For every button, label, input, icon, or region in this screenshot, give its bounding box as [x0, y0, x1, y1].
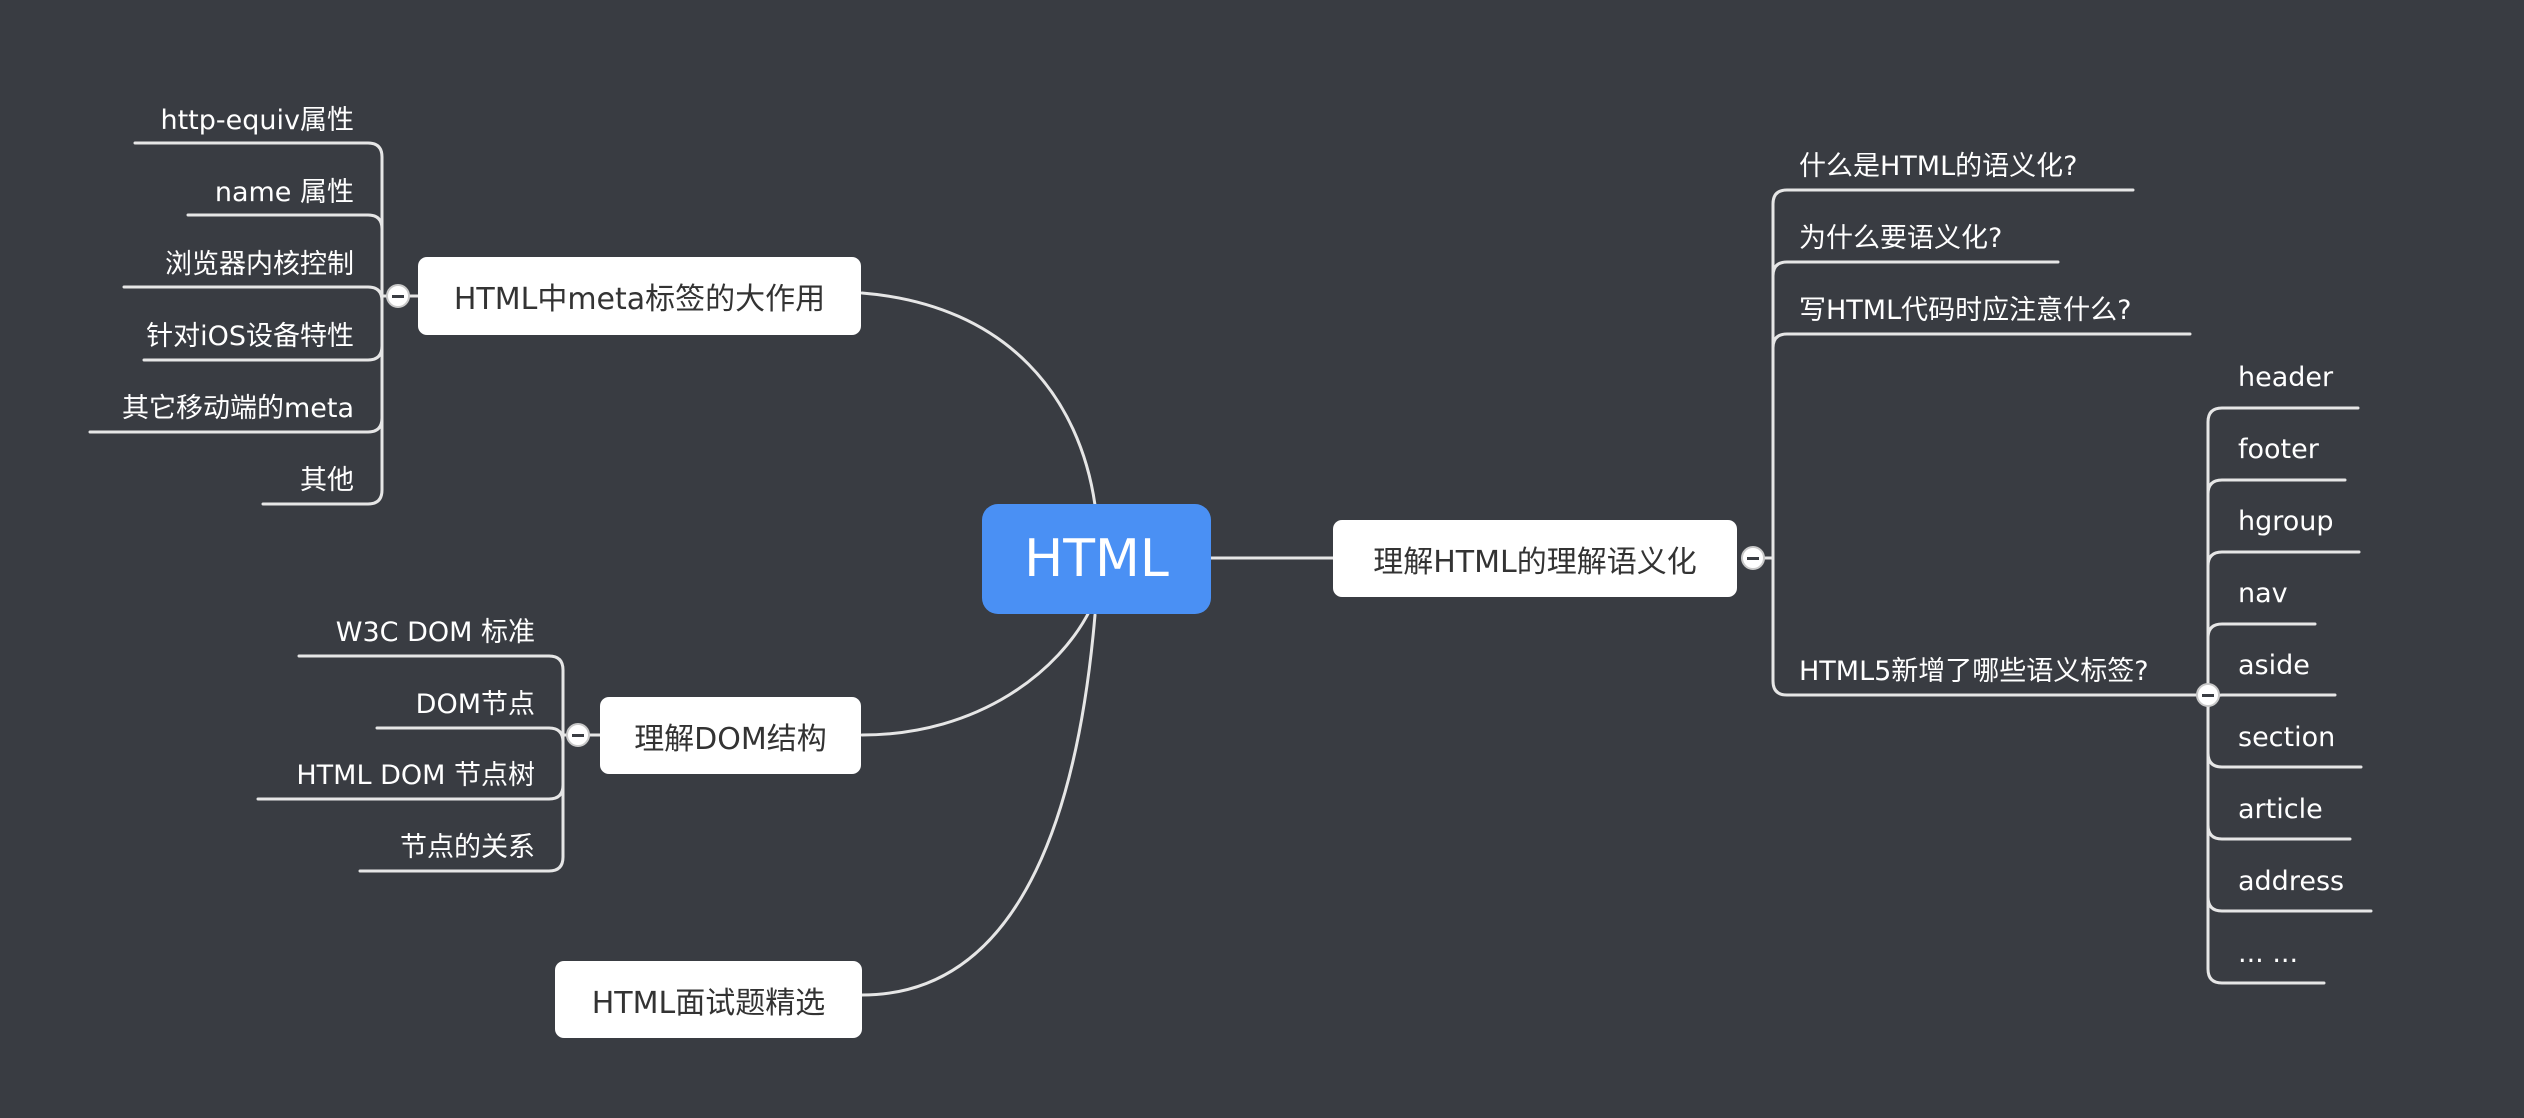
meta-child-5[interactable]: 其它移动端的meta	[122, 386, 354, 425]
dom-child-2[interactable]: DOM节点	[416, 682, 535, 721]
root-label: HTML	[1024, 529, 1169, 589]
topic-dom-label: 理解DOM结构	[634, 721, 827, 757]
meta-child-3[interactable]: 浏览器内核控制	[165, 242, 354, 281]
semantic-child-2[interactable]: 为什么要语义化?	[1799, 216, 2002, 255]
root-node[interactable]: HTML	[982, 504, 1211, 614]
tag-more[interactable]: ... ...	[2238, 938, 2298, 969]
connector-lines	[88, 141, 2373, 997]
tag-section[interactable]: section	[2238, 722, 2335, 753]
collapse-toggle-meta[interactable]	[386, 284, 410, 308]
topic-meta-label: HTML中meta标签的大作用	[453, 282, 826, 317]
semantic-child-3[interactable]: 写HTML代码时应注意什么?	[1799, 288, 2131, 327]
minus-icon	[2202, 693, 2214, 697]
meta-child-1[interactable]: http-equiv属性	[160, 98, 354, 137]
minus-icon	[572, 733, 584, 737]
tag-address[interactable]: address	[2238, 866, 2344, 897]
meta-child-2[interactable]: name 属性	[215, 170, 354, 209]
collapse-toggle-semantic[interactable]	[1741, 546, 1765, 570]
tag-nav[interactable]: nav	[2238, 578, 2288, 609]
topic-interview[interactable]: HTML面试题精选	[555, 961, 862, 1038]
minus-icon	[1747, 556, 1759, 560]
topic-dom[interactable]: 理解DOM结构	[600, 697, 861, 774]
tag-header[interactable]: header	[2238, 362, 2333, 393]
minus-icon	[392, 294, 404, 298]
dom-child-3[interactable]: HTML DOM 节点树	[296, 753, 535, 792]
collapse-toggle-dom[interactable]	[566, 723, 590, 747]
meta-child-6[interactable]: 其他	[300, 458, 354, 497]
topic-semantic[interactable]: 理解HTML的理解语义化	[1333, 520, 1737, 597]
dom-child-4[interactable]: 节点的关系	[400, 825, 535, 864]
collapse-toggle-html5-tags[interactable]	[2196, 683, 2220, 707]
dom-child-1[interactable]: W3C DOM 标准	[336, 610, 535, 649]
topic-semantic-label: 理解HTML的理解语义化	[1373, 544, 1697, 580]
semantic-child-4[interactable]: HTML5新增了哪些语义标签?	[1799, 649, 2149, 688]
topic-meta[interactable]: HTML中meta标签的大作用	[418, 257, 861, 335]
tag-footer[interactable]: footer	[2238, 434, 2319, 465]
tag-article[interactable]: article	[2238, 794, 2323, 825]
semantic-child-1[interactable]: 什么是HTML的语义化?	[1799, 144, 2077, 183]
topic-interview-label: HTML面试题精选	[591, 985, 826, 1021]
tag-aside[interactable]: aside	[2238, 650, 2310, 681]
tag-hgroup[interactable]: hgroup	[2238, 506, 2334, 537]
meta-child-4[interactable]: 针对iOS设备特性	[146, 314, 354, 353]
